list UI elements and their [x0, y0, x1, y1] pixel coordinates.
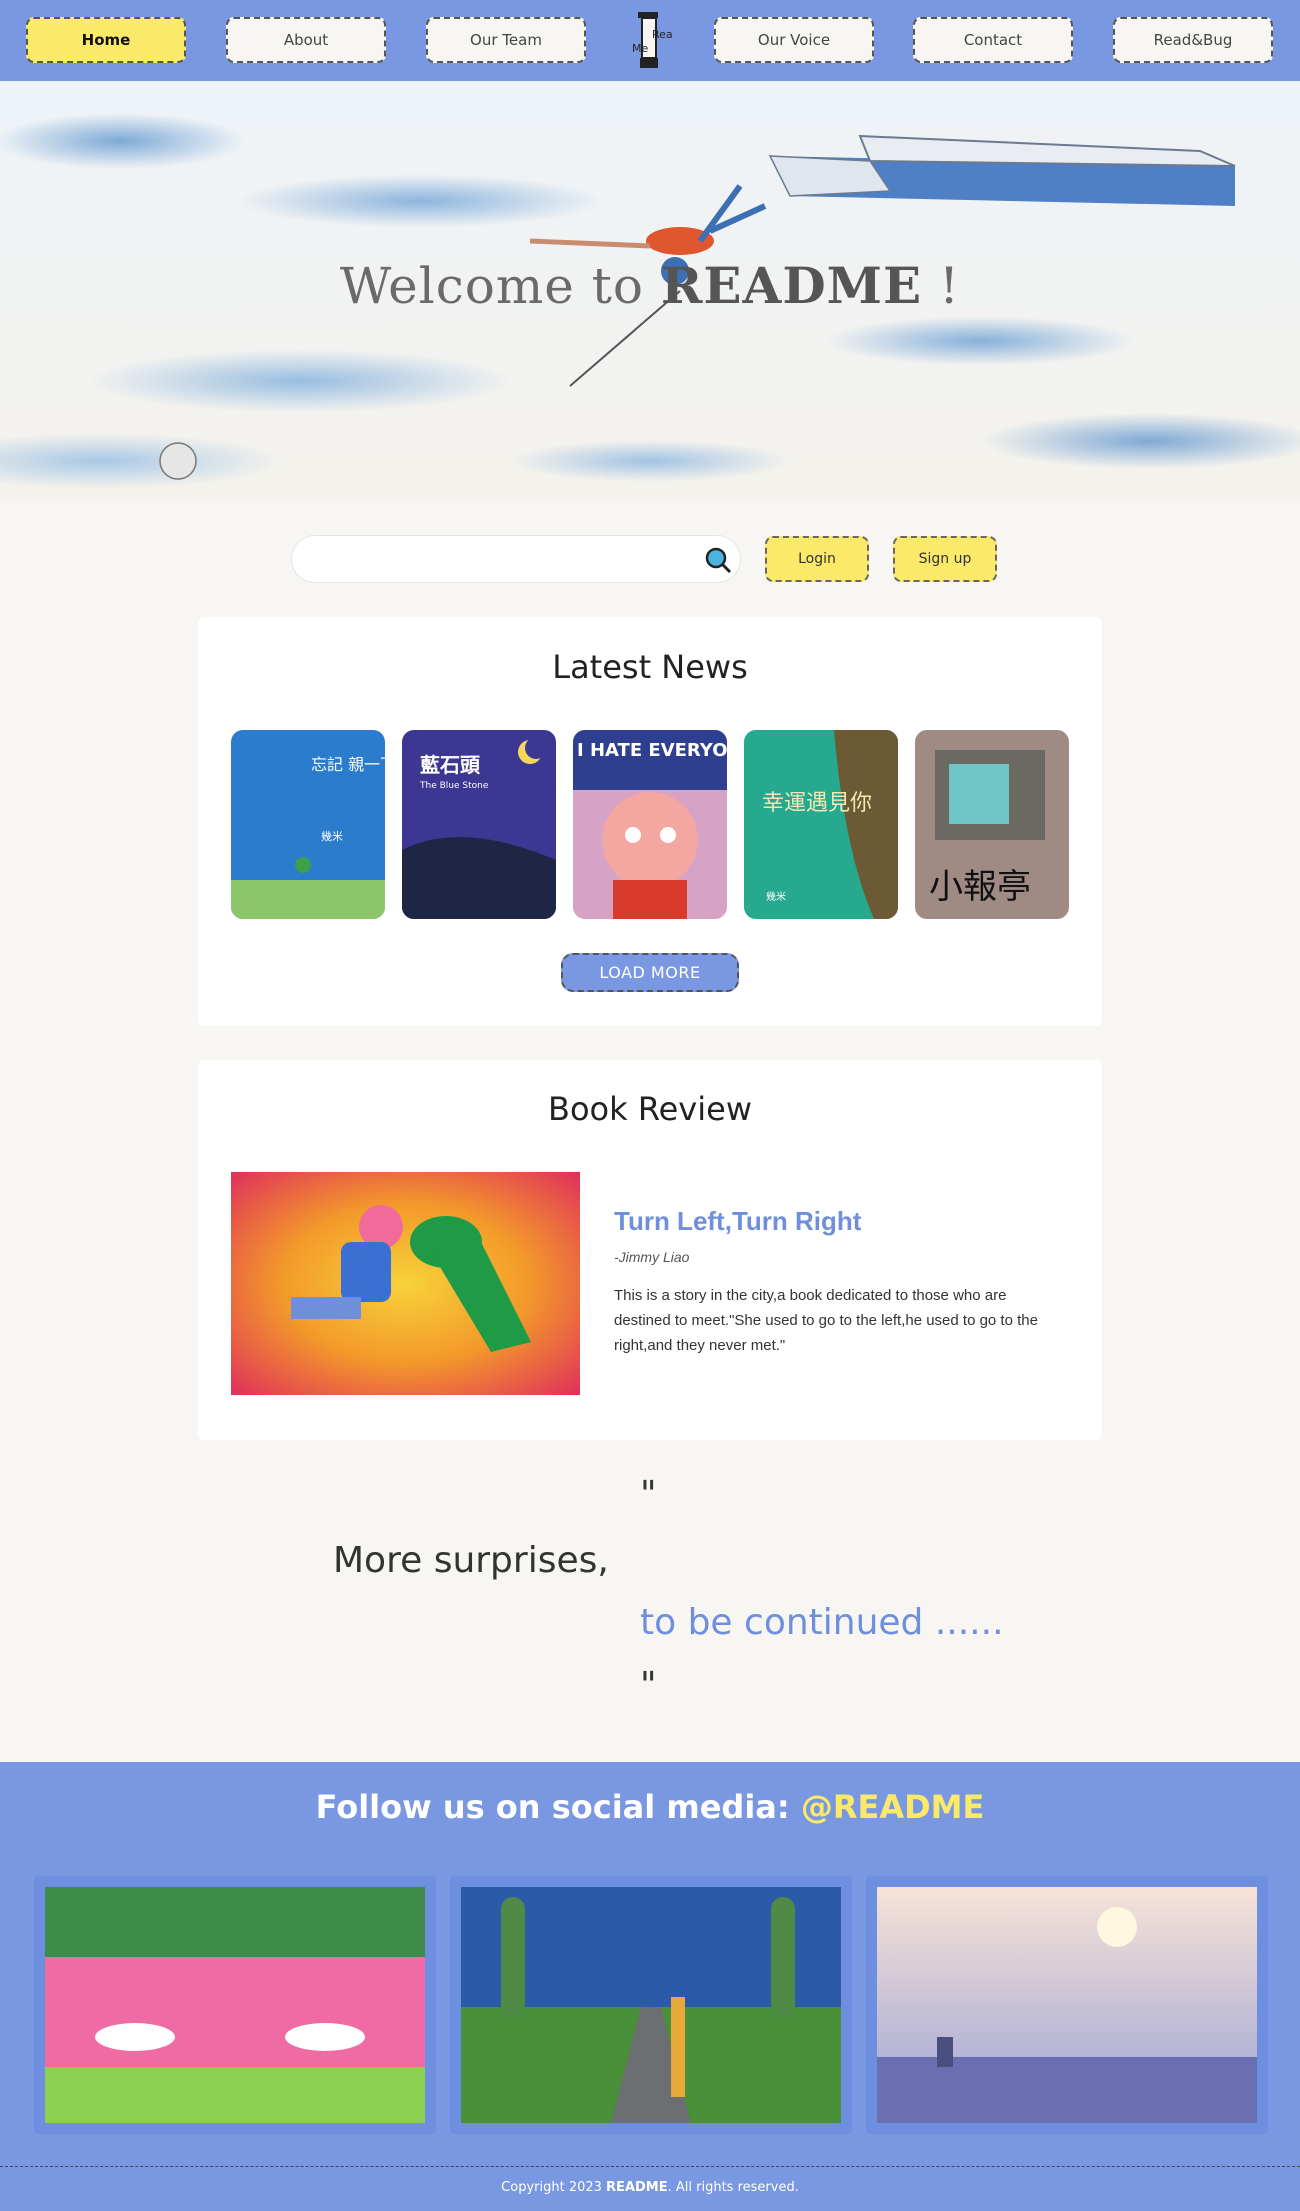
- nav-our-team[interactable]: Our Team: [426, 17, 586, 63]
- review-book-author: -Jimmy Liao: [614, 1249, 690, 1265]
- nav-read-bug[interactable]: Read&Bug: [1113, 17, 1273, 63]
- book-cover-4[interactable]: 幸運遇見你 幾米: [744, 730, 898, 919]
- book-cover-3[interactable]: I HATE EVERYONE: [573, 730, 727, 919]
- review-book-title[interactable]: Turn Left,Turn Right: [614, 1206, 861, 1237]
- copyright: Copyright 2023 README. All rights reserv…: [501, 2180, 799, 2195]
- nav-our-voice[interactable]: Our Voice: [714, 17, 874, 63]
- book-2-title: 藍石頭: [420, 753, 481, 777]
- search-bar: [291, 535, 741, 583]
- book-review-title: Book Review: [548, 1090, 752, 1128]
- book-1-title: 忘記 親一下: [311, 755, 385, 774]
- nav-about[interactable]: About: [226, 17, 386, 63]
- social-post-2[interactable]: [450, 1876, 852, 2134]
- svg-text:Me: Me: [632, 42, 648, 55]
- search-input[interactable]: [312, 548, 686, 574]
- book-cover-2[interactable]: 藍石頭 The Blue Stone: [402, 730, 556, 919]
- top-nav: Home About Our Team Read Me Our Voice Co…: [0, 0, 1300, 81]
- book-4-title: 幸運遇見你: [762, 791, 872, 816]
- book-5-title: 小報亭: [929, 867, 1031, 907]
- login-button[interactable]: Login: [765, 536, 869, 582]
- open-quote: ": [640, 1474, 657, 1515]
- hero-banner: Welcome to README !: [0, 81, 1300, 500]
- book-3-title: I HATE EVERYONE: [577, 740, 727, 761]
- teaser-line-1: More surprises,: [333, 1540, 609, 1581]
- book-4-author: 幾米: [766, 890, 786, 903]
- nav-contact[interactable]: Contact: [913, 17, 1073, 63]
- social-handle: @README: [800, 1788, 985, 1826]
- follow-heading: Follow us on social media: @README: [315, 1788, 985, 1826]
- hero-title: Welcome to README !: [339, 256, 961, 315]
- social-post-1[interactable]: [34, 1876, 436, 2134]
- book-1-author: 幾米: [321, 830, 343, 843]
- book-cover-1[interactable]: 忘記 親一下 幾米: [231, 730, 385, 919]
- load-more-button[interactable]: LOAD MORE: [561, 953, 739, 992]
- close-quote: ": [640, 1665, 657, 1706]
- footer-divider: [0, 2166, 1300, 2167]
- latest-news-title: Latest News: [552, 648, 748, 686]
- signup-button[interactable]: Sign up: [893, 536, 997, 582]
- book-2-subtitle: The Blue Stone: [419, 781, 489, 791]
- review-book-image: [231, 1172, 580, 1395]
- teaser-line-2: to be continued ......: [640, 1602, 1004, 1643]
- nav-home[interactable]: Home: [26, 17, 186, 63]
- svg-text:Read: Read: [652, 28, 672, 41]
- readme-logo[interactable]: Read Me: [628, 6, 680, 72]
- book-cover-5[interactable]: 小報亭: [915, 730, 1069, 919]
- search-icon[interactable]: [704, 546, 732, 574]
- social-post-3[interactable]: [866, 1876, 1268, 2134]
- review-text: This is a story in the city,a book dedic…: [614, 1287, 1038, 1354]
